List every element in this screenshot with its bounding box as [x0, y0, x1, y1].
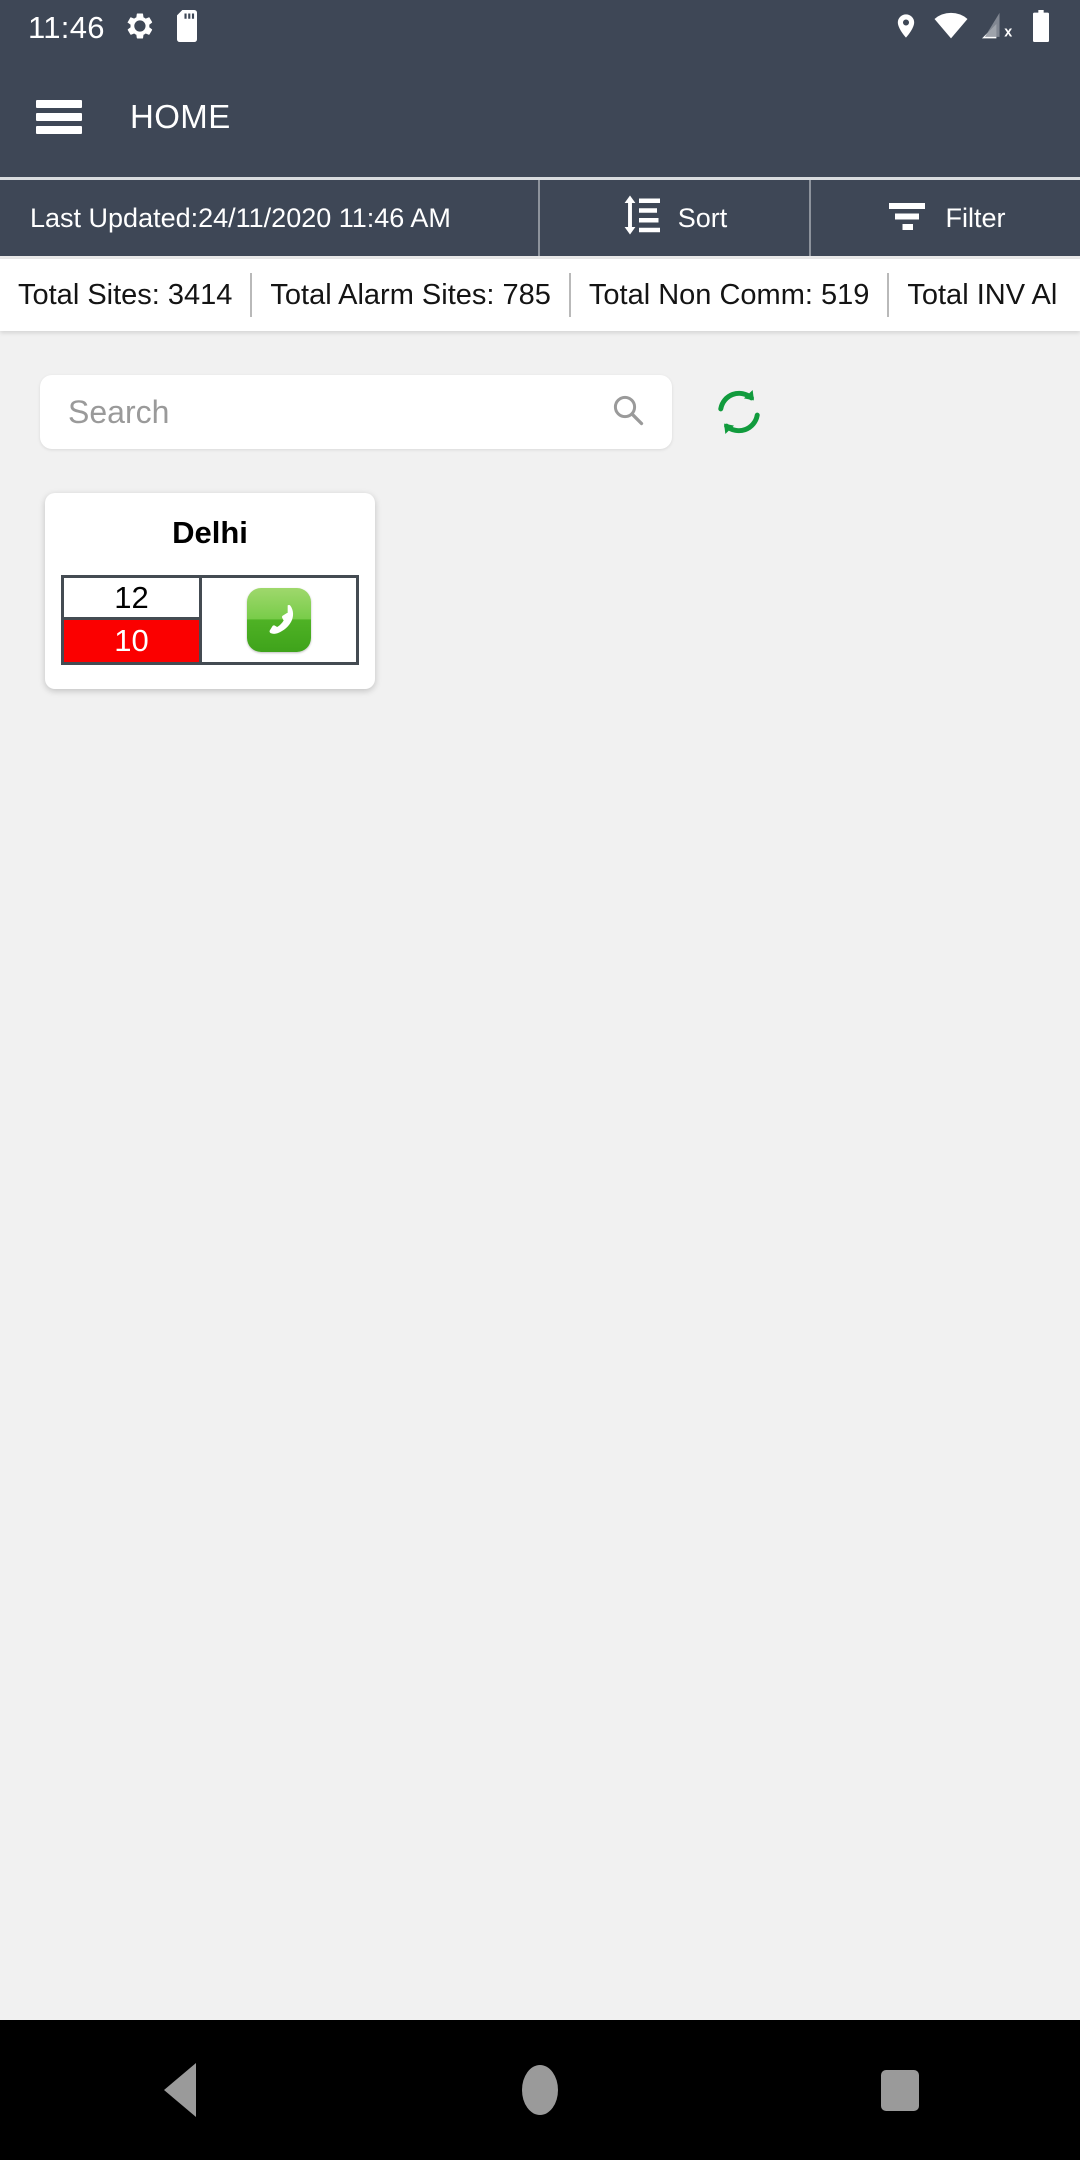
site-card-counts: 12 10 [64, 578, 202, 662]
location-pin-icon [892, 10, 920, 47]
wifi-icon [934, 11, 968, 46]
sort-button[interactable]: Sort [540, 180, 811, 256]
stat-total-inv-alarm: Total INV Al [887, 273, 1075, 317]
hamburger-line [36, 112, 82, 121]
svg-text:x: x [1004, 24, 1012, 40]
sd-card-icon [175, 9, 203, 47]
sub-toolbar: Last Updated:24/11/2020 11:46 AM Sort Fi… [0, 180, 1080, 259]
app-bar: HOME [0, 56, 1080, 180]
android-nav-bar [0, 2020, 1080, 2160]
search-row [0, 375, 1080, 449]
home-circle-icon [522, 2065, 558, 2115]
search-icon[interactable] [610, 392, 646, 433]
settings-gear-icon [125, 11, 155, 46]
back-triangle-icon [164, 2063, 196, 2117]
phone-call-icon[interactable] [247, 588, 311, 652]
refresh-sync-icon[interactable] [708, 381, 770, 443]
sort-icon [622, 194, 662, 243]
site-card-title: Delhi [172, 515, 248, 550]
battery-full-icon [1030, 9, 1052, 47]
last-updated-label: Last Updated:24/11/2020 11:46 AM [0, 180, 540, 256]
filter-label: Filter [945, 202, 1006, 233]
site-cards-area: Delhi 12 10 [0, 449, 1080, 689]
back-button[interactable] [120, 2030, 240, 2150]
search-box[interactable] [40, 375, 672, 449]
filter-icon [886, 197, 928, 240]
page-title: HOME [130, 97, 231, 135]
hamburger-line [36, 99, 82, 108]
site-card-action-cell [202, 578, 356, 662]
site-count-alarm: 10 [64, 620, 199, 662]
status-bar-clock: 11:46 [28, 10, 105, 45]
stat-total-alarm-sites: Total Alarm Sites: 785 [250, 273, 568, 317]
stat-total-sites: Total Sites: 3414 [18, 279, 233, 311]
site-card[interactable]: Delhi 12 10 [45, 493, 375, 689]
sort-label: Sort [677, 202, 728, 233]
site-count-total: 12 [64, 578, 199, 620]
status-bar-left: 11:46 [28, 9, 203, 47]
stats-strip: Total Sites: 3414 Total Alarm Sites: 785… [0, 259, 1080, 331]
hamburger-line [36, 125, 82, 134]
main-content: Delhi 12 10 [0, 331, 1080, 2081]
recents-square-icon [881, 2069, 919, 2111]
hamburger-menu-icon[interactable] [36, 99, 82, 134]
search-input[interactable] [66, 392, 610, 432]
filter-button[interactable]: Filter [811, 180, 1080, 256]
status-bar-right: x [892, 9, 1052, 47]
home-button[interactable] [480, 2030, 600, 2150]
status-bar: 11:46 x [0, 0, 1080, 56]
recents-button[interactable] [840, 2030, 960, 2150]
cellular-signal-no-service-icon: x [982, 11, 1016, 46]
stat-total-non-comm: Total Non Comm: 519 [568, 273, 887, 317]
site-card-table: 12 10 [61, 575, 359, 665]
